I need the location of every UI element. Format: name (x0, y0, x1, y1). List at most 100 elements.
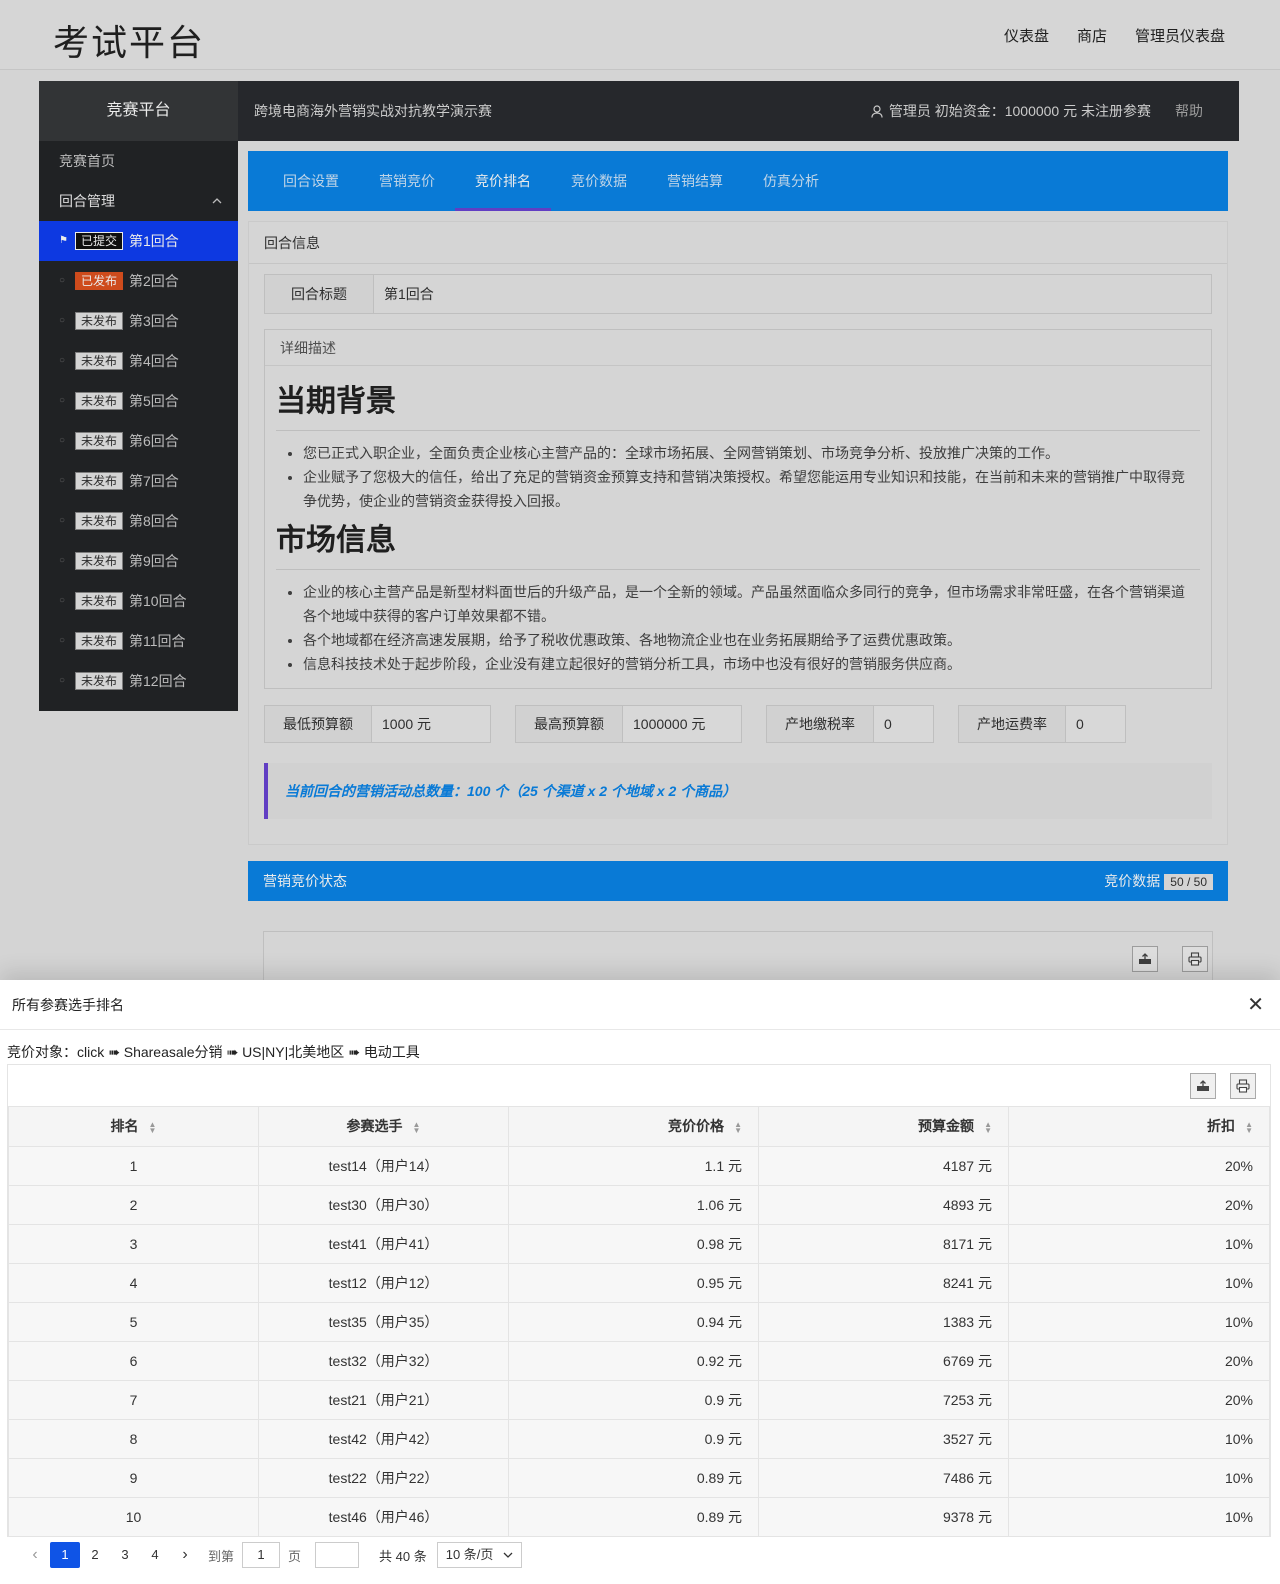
cell-bid: 1.06 元 (508, 1184, 759, 1225)
cell-budget: 4893 元 (758, 1184, 1009, 1225)
page-size-value: 10 条/页 (445, 1547, 494, 1562)
table-row[interactable]: 5 test35（用户35） 0.94 元 1383 元 10% (8, 1301, 1270, 1342)
table-row[interactable]: 3 test41（用户41） 0.98 元 8171 元 10% (8, 1223, 1270, 1264)
page-size-select[interactable]: 10 条/页 (436, 1542, 523, 1568)
page-3[interactable]: 3 (110, 1542, 140, 1568)
table-toolbar (8, 1065, 1270, 1107)
cell-rank: 8 (8, 1418, 259, 1459)
page-unit-label: 页 (288, 1548, 302, 1564)
cell-bid: 0.92 元 (508, 1340, 759, 1381)
page-4[interactable]: 4 (140, 1542, 170, 1568)
cell-budget: 9378 元 (758, 1496, 1009, 1537)
cell-rank: 9 (8, 1457, 259, 1498)
cell-discount: 20% (1008, 1340, 1270, 1381)
col-budget[interactable]: 预算金额 ▲ ▼ (758, 1107, 1009, 1147)
goto-page-input[interactable]: 1 (242, 1542, 281, 1568)
ranking-table: 排名 ▲ ▼ 参赛选手 ▲ ▼ 竞价价格 ▲ ▼ 预算金额 ▲ ▼ 折扣 ▲ ▼ 1 test14（用… (8, 1107, 1270, 1537)
cell-bid: 0.98 元 (508, 1223, 759, 1264)
sort-icon[interactable]: ▲ ▼ (734, 1120, 742, 1134)
table-row[interactable]: 7 test21（用户21） 0.9 元 7253 元 20% (8, 1379, 1270, 1420)
cell-rank: 5 (8, 1301, 259, 1342)
printer-icon (1236, 1079, 1250, 1093)
export-button[interactable] (1190, 1073, 1216, 1099)
sort-icon[interactable]: ▲ ▼ (413, 1120, 421, 1134)
table-row[interactable]: 8 test42（用户42） 0.9 元 3527 元 10% (8, 1418, 1270, 1459)
cell-rank: 10 (8, 1496, 259, 1537)
sort-icon[interactable]: ▲ ▼ (1245, 1120, 1253, 1134)
table-row[interactable]: 6 test32（用户32） 0.92 元 6769 元 20% (8, 1340, 1270, 1381)
cell-player: test12（用户12） (258, 1262, 509, 1303)
table-row[interactable]: 10 test46（用户46） 0.89 元 9378 元 10% (8, 1496, 1270, 1537)
cell-player: test21（用户21） (258, 1379, 509, 1420)
col-label: 预算金额 (918, 1118, 974, 1135)
sort-icon[interactable]: ▲ ▼ (149, 1120, 157, 1134)
modal-title: 所有参赛选手排名 (12, 997, 124, 1013)
table-row[interactable]: 9 test22（用户22） 0.89 元 7486 元 10% (8, 1457, 1270, 1498)
cell-player: test30（用户30） (258, 1184, 509, 1225)
cell-budget: 6769 元 (758, 1340, 1009, 1381)
cell-discount: 10% (1008, 1223, 1270, 1264)
close-icon[interactable]: ✕ (1247, 980, 1264, 1030)
table-header-row: 排名 ▲ ▼ 参赛选手 ▲ ▼ 竞价价格 ▲ ▼ 预算金额 ▲ ▼ 折扣 ▲ ▼ (8, 1107, 1270, 1147)
cell-rank: 4 (8, 1262, 259, 1303)
cell-bid: 0.95 元 (508, 1262, 759, 1303)
prev-page-icon[interactable]: ‹ (20, 1546, 50, 1564)
goto-label: 到第 (208, 1548, 235, 1564)
cell-bid: 0.9 元 (508, 1379, 759, 1420)
cell-rank: 1 (8, 1145, 259, 1186)
cell-player: test41（用户41） (258, 1223, 509, 1264)
cell-budget: 1383 元 (758, 1301, 1009, 1342)
cell-discount: 10% (1008, 1301, 1270, 1342)
goto-page-input-2[interactable] (315, 1542, 360, 1568)
cell-bid: 1.1 元 (508, 1145, 759, 1186)
bid-target: 竞价对象：click ➠ Shareasale分销 ➠ US|NY|北美地区 ➠… (7, 1044, 420, 1060)
cell-discount: 20% (1008, 1145, 1270, 1186)
cell-budget: 7253 元 (758, 1379, 1009, 1420)
cell-discount: 20% (1008, 1184, 1270, 1225)
chevron-down-icon (503, 1552, 513, 1558)
col-label: 竞价价格 (668, 1118, 724, 1135)
cell-discount: 20% (1008, 1379, 1270, 1420)
cell-player: test35（用户35） (258, 1301, 509, 1342)
table-row[interactable]: 4 test12（用户12） 0.95 元 8241 元 10% (8, 1262, 1270, 1303)
table-row[interactable]: 2 test30（用户30） 1.06 元 4893 元 20% (8, 1184, 1270, 1225)
cell-discount: 10% (1008, 1418, 1270, 1459)
total-count: 共 40 条 (379, 1548, 427, 1564)
cell-bid: 0.89 元 (508, 1496, 759, 1537)
export-icon (1197, 1080, 1209, 1091)
col-label: 排名 (110, 1118, 139, 1135)
cell-discount: 10% (1008, 1496, 1270, 1537)
table-row[interactable]: 1 test14（用户14） 1.1 元 4187 元 20% (8, 1145, 1270, 1186)
cell-player: test46（用户46） (258, 1496, 509, 1537)
modal-backdrop[interactable] (0, 0, 1280, 980)
cell-rank: 6 (8, 1340, 259, 1381)
cell-bid: 0.94 元 (508, 1301, 759, 1342)
col-discount[interactable]: 折扣 ▲ ▼ (1008, 1107, 1270, 1147)
pagination: ‹ 1 2 3 4 › 到第 1 页 共 40 条 10 条/页 (20, 1540, 523, 1570)
col-label: 参赛选手 (346, 1118, 403, 1135)
cell-rank: 7 (8, 1379, 259, 1420)
cell-rank: 2 (8, 1184, 259, 1225)
cell-player: test32（用户32） (258, 1340, 509, 1381)
cell-budget: 3527 元 (758, 1418, 1009, 1459)
cell-player: test22（用户22） (258, 1457, 509, 1498)
modal-header: 所有参赛选手排名 ✕ (0, 980, 1280, 1030)
next-page-icon[interactable]: › (170, 1546, 200, 1564)
cell-bid: 0.89 元 (508, 1457, 759, 1498)
print-button[interactable] (1230, 1073, 1256, 1099)
cell-bid: 0.9 元 (508, 1418, 759, 1459)
col-rank[interactable]: 排名 ▲ ▼ (8, 1107, 259, 1147)
col-label: 折扣 (1207, 1118, 1235, 1135)
page-2[interactable]: 2 (80, 1542, 110, 1568)
cell-discount: 10% (1008, 1457, 1270, 1498)
ranking-table-container: 排名 ▲ ▼ 参赛选手 ▲ ▼ 竞价价格 ▲ ▼ 预算金额 ▲ ▼ 折扣 ▲ ▼ 1 test14（用… (7, 1064, 1271, 1537)
col-player[interactable]: 参赛选手 ▲ ▼ (258, 1107, 509, 1147)
cell-rank: 3 (8, 1223, 259, 1264)
sort-icon[interactable]: ▲ ▼ (984, 1120, 992, 1134)
cell-player: test14（用户14） (258, 1145, 509, 1186)
cell-budget: 7486 元 (758, 1457, 1009, 1498)
page-1[interactable]: 1 (50, 1542, 80, 1568)
cell-budget: 8171 元 (758, 1223, 1009, 1264)
cell-budget: 8241 元 (758, 1262, 1009, 1303)
col-bid-price[interactable]: 竞价价格 ▲ ▼ (508, 1107, 759, 1147)
